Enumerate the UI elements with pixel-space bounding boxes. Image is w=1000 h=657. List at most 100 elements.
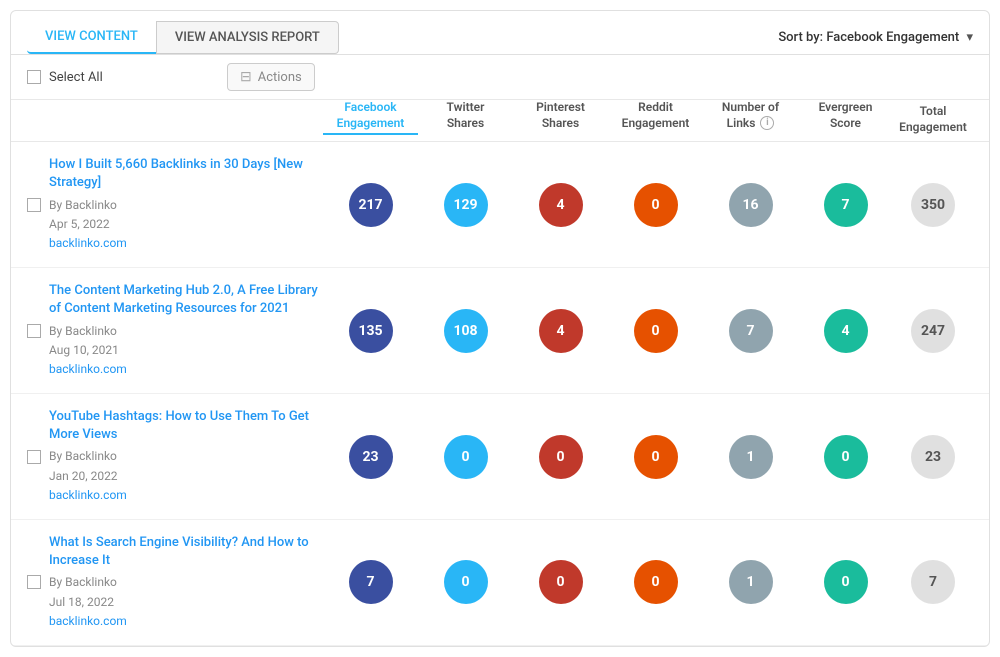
metric-twitter-2: 0: [418, 435, 513, 479]
select-all-checkbox[interactable]: [27, 70, 41, 84]
circle-total-3: 7: [911, 560, 955, 604]
metric-pinterest-3: 0: [513, 560, 608, 604]
circle-facebook-3: 7: [349, 560, 393, 604]
col-header-total[interactable]: TotalEngagement: [893, 104, 973, 135]
col-header-links[interactable]: Number ofLinks i: [703, 100, 798, 135]
metric-facebook-2: 23: [323, 435, 418, 479]
row-checkbox-1[interactable]: [27, 324, 49, 338]
metric-evergreen-0: 7: [798, 183, 893, 227]
metric-twitter-3: 0: [418, 560, 513, 604]
row-checkbox-2[interactable]: [27, 450, 49, 464]
total-cell-0: 350: [893, 183, 973, 227]
table-header: FacebookEngagement TwitterShares Pintere…: [11, 100, 989, 142]
circle-pinterest-3: 0: [539, 560, 583, 604]
col-header-reddit[interactable]: RedditEngagement: [608, 100, 703, 135]
metric-twitter-0: 129: [418, 183, 513, 227]
metric-evergreen-1: 4: [798, 309, 893, 353]
metric-reddit-3: 0: [608, 560, 703, 604]
col-header-evergreen[interactable]: EvergreenScore: [798, 100, 893, 135]
top-bar: VIEW CONTENT VIEW ANALYSIS REPORT Sort b…: [11, 11, 989, 55]
circle-links-0: 16: [729, 183, 773, 227]
tab-view-content[interactable]: VIEW CONTENT: [27, 21, 156, 54]
circle-pinterest-0: 4: [539, 183, 583, 227]
metric-pinterest-1: 4: [513, 309, 608, 353]
circle-links-2: 1: [729, 435, 773, 479]
row-info-2: YouTube Hashtags: How to Use Them To Get…: [49, 408, 323, 505]
circle-reddit-3: 0: [634, 560, 678, 604]
metric-evergreen-3: 0: [798, 560, 893, 604]
circle-total-1: 247: [911, 309, 955, 353]
metric-pinterest-0: 4: [513, 183, 608, 227]
row-info-0: How I Built 5,660 Backlinks in 30 Days […: [49, 156, 323, 253]
metric-links-2: 1: [703, 435, 798, 479]
metric-twitter-1: 108: [418, 309, 513, 353]
col-header-pinterest[interactable]: PinterestShares: [513, 100, 608, 135]
tab-view-analysis[interactable]: VIEW ANALYSIS REPORT: [156, 21, 339, 54]
rows-container: How I Built 5,660 Backlinks in 30 Days […: [11, 142, 989, 646]
circle-facebook-1: 135: [349, 309, 393, 353]
circle-evergreen-0: 7: [824, 183, 868, 227]
metric-reddit-1: 0: [608, 309, 703, 353]
metric-reddit-2: 0: [608, 435, 703, 479]
circle-links-3: 1: [729, 560, 773, 604]
col-header-facebook[interactable]: FacebookEngagement: [323, 100, 418, 135]
row-source-1[interactable]: backlinko.com: [49, 362, 127, 376]
circle-evergreen-1: 4: [824, 309, 868, 353]
total-cell-1: 247: [893, 309, 973, 353]
circle-reddit-0: 0: [634, 183, 678, 227]
row-checkbox-0[interactable]: [27, 198, 49, 212]
row-meta-0: By Backlinko Apr 5, 2022 backlinko.com: [49, 196, 323, 254]
row-source-3[interactable]: backlinko.com: [49, 614, 127, 628]
circle-twitter-2: 0: [444, 435, 488, 479]
row-checkbox-3[interactable]: [27, 575, 49, 589]
actions-button[interactable]: ⊟ Actions: [227, 63, 315, 91]
circle-evergreen-2: 0: [824, 435, 868, 479]
toolbar: Select All ⊟ Actions: [11, 55, 989, 100]
select-all-label: Select All: [49, 70, 103, 85]
row-meta-1: By Backlinko Aug 10, 2021 backlinko.com: [49, 322, 323, 380]
metric-pinterest-2: 0: [513, 435, 608, 479]
metric-links-0: 16: [703, 183, 798, 227]
sort-by[interactable]: Sort by: Facebook Engagement ▾: [778, 30, 973, 45]
row-meta-3: By Backlinko Jul 18, 2022 backlinko.com: [49, 573, 323, 631]
circle-twitter-0: 129: [444, 183, 488, 227]
row-title-3[interactable]: What Is Search Engine Visibility? And Ho…: [49, 534, 323, 570]
actions-icon: ⊟: [240, 69, 252, 85]
metric-facebook-1: 135: [323, 309, 418, 353]
circle-total-2: 23: [911, 435, 955, 479]
metric-facebook-0: 217: [323, 183, 418, 227]
row-source-0[interactable]: backlinko.com: [49, 236, 127, 250]
circle-facebook-2: 23: [349, 435, 393, 479]
col-header-twitter[interactable]: TwitterShares: [418, 100, 513, 135]
chevron-down-icon: ▾: [966, 30, 973, 45]
row-info-1: The Content Marketing Hub 2.0, A Free Li…: [49, 282, 323, 379]
circle-reddit-1: 0: [634, 309, 678, 353]
metric-evergreen-2: 0: [798, 435, 893, 479]
info-icon[interactable]: i: [760, 116, 774, 130]
circle-twitter-1: 108: [444, 309, 488, 353]
row-source-2[interactable]: backlinko.com: [49, 488, 127, 502]
tabs: VIEW CONTENT VIEW ANALYSIS REPORT: [27, 21, 339, 54]
circle-reddit-2: 0: [634, 435, 678, 479]
circle-pinterest-1: 4: [539, 309, 583, 353]
circle-facebook-0: 217: [349, 183, 393, 227]
row-title-1[interactable]: The Content Marketing Hub 2.0, A Free Li…: [49, 282, 323, 318]
circle-links-1: 7: [729, 309, 773, 353]
total-cell-2: 23: [893, 435, 973, 479]
table-row: How I Built 5,660 Backlinks in 30 Days […: [11, 142, 989, 268]
table-row: YouTube Hashtags: How to Use Them To Get…: [11, 394, 989, 520]
row-title-2[interactable]: YouTube Hashtags: How to Use Them To Get…: [49, 408, 323, 444]
table-row: The Content Marketing Hub 2.0, A Free Li…: [11, 268, 989, 394]
row-info-3: What Is Search Engine Visibility? And Ho…: [49, 534, 323, 631]
total-cell-3: 7: [893, 560, 973, 604]
row-meta-2: By Backlinko Jan 20, 2022 backlinko.com: [49, 447, 323, 505]
circle-twitter-3: 0: [444, 560, 488, 604]
select-all-area: Select All: [27, 70, 227, 85]
metric-reddit-0: 0: [608, 183, 703, 227]
main-container: VIEW CONTENT VIEW ANALYSIS REPORT Sort b…: [10, 10, 990, 647]
circle-total-0: 350: [911, 183, 955, 227]
metric-links-1: 7: [703, 309, 798, 353]
circle-evergreen-3: 0: [824, 560, 868, 604]
circle-pinterest-2: 0: [539, 435, 583, 479]
row-title-0[interactable]: How I Built 5,660 Backlinks in 30 Days […: [49, 156, 323, 192]
